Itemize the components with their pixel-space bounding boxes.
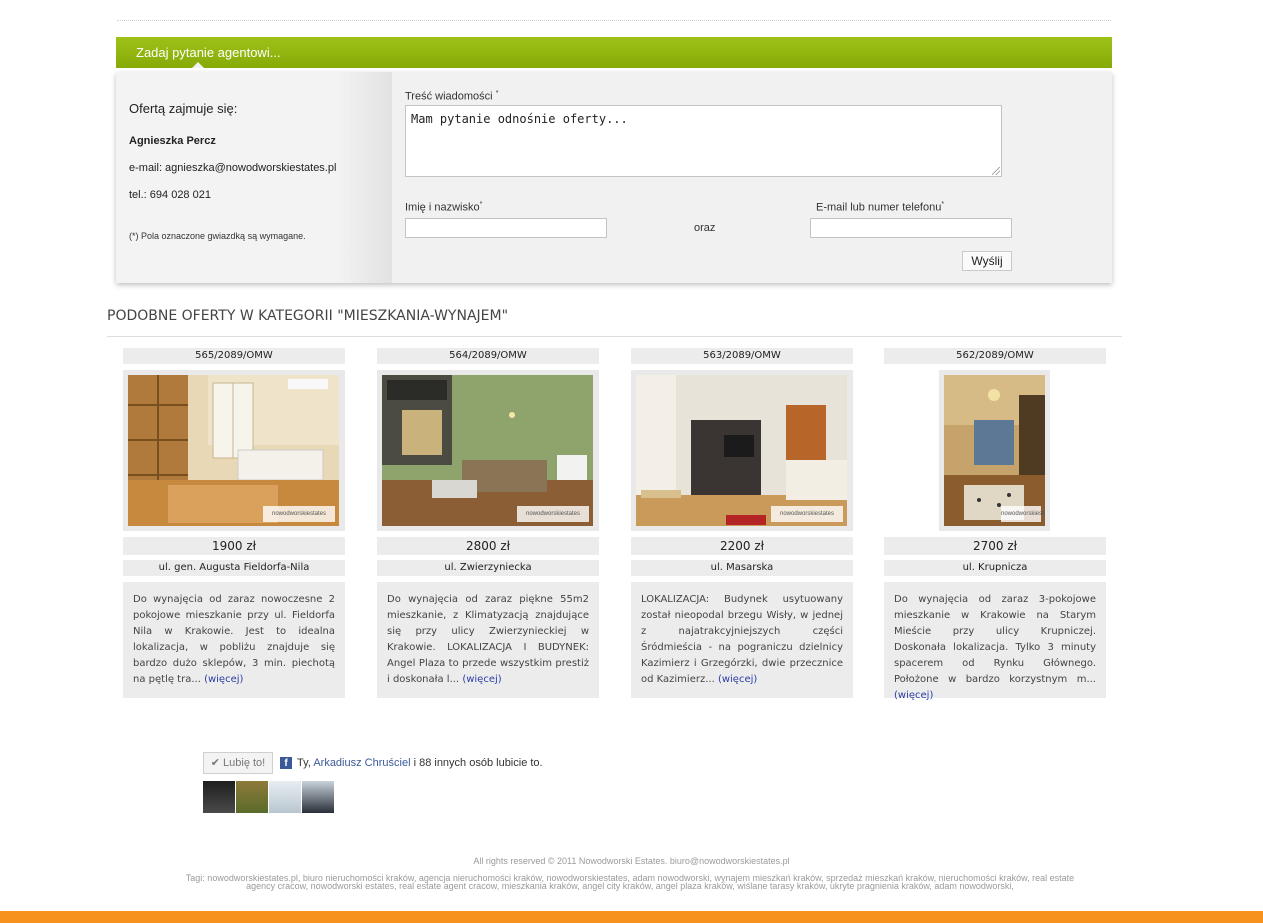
resize-grip-icon[interactable]	[992, 167, 1000, 175]
offer-photo[interactable]: nowodworskiestates	[382, 375, 593, 526]
avatar[interactable]	[302, 781, 334, 813]
offer-street: ul. gen. Augusta Fieldorfa-Nila	[123, 560, 345, 576]
offer-photo-frame[interactable]: nowodworskiestates	[377, 370, 599, 531]
name-label-text: Imię i nazwisko	[405, 201, 480, 214]
handled-by-label: Ofertą zajmuje się:	[129, 101, 238, 116]
more-link[interactable]: (więcej)	[204, 674, 243, 685]
facebook-like-text: Ty, Arkadiusz Chruściel i 88 innych osób…	[297, 757, 543, 769]
agent-info: Ofertą zajmuje się: Agnieszka Percz e-ma…	[116, 72, 392, 283]
offer-street: ul. Zwierzyniecka	[377, 560, 599, 576]
offer-card: 563/2089/OMW nowodworskiestates 2200 zł …	[631, 348, 853, 698]
required-asterisk: *	[479, 201, 483, 208]
name-input[interactable]	[405, 218, 607, 238]
more-link[interactable]: (więcej)	[894, 690, 933, 701]
required-note: (*) Pola oznaczone gwiazdką są wymagane.	[129, 231, 306, 241]
oraz-label: oraz	[694, 222, 716, 234]
fb-text-suffix: i 88 innych osób lubicie to.	[413, 757, 543, 769]
message-label: Treść wiadomości *	[405, 90, 498, 103]
avatar[interactable]	[269, 781, 301, 813]
avatar[interactable]	[236, 781, 268, 813]
agent-name: Agnieszka Percz	[129, 135, 216, 147]
offer-card: 564/2089/OMW nowodworskiestates 2800 zł …	[377, 348, 599, 698]
offer-code[interactable]: 562/2089/OMW	[884, 348, 1106, 364]
offer-card: 565/2089/OMW nowodworskiestates 1900 zł …	[123, 348, 345, 698]
required-asterisk: *	[941, 201, 945, 208]
agent-question-title: Zadaj pytanie agentowi...	[136, 45, 281, 60]
more-link[interactable]: (więcej)	[462, 674, 501, 685]
apartment-photo-1	[128, 375, 339, 526]
offer-street: ul. Masarska	[631, 560, 853, 576]
offer-code[interactable]: 563/2089/OMW	[631, 348, 853, 364]
agent-email: e-mail: agnieszka@nowodworskiestates.pl	[129, 162, 337, 174]
agency-logo: nowodworskiestates	[1001, 506, 1045, 522]
offer-card: 562/2089/OMW nowodworskiestates 2700 zł …	[884, 348, 1106, 701]
offer-photo[interactable]: nowodworskiestates	[128, 375, 339, 526]
avatar[interactable]	[203, 781, 235, 813]
offer-description: Do wynajęcia od zaraz 3-pokojowe mieszka…	[884, 582, 1106, 701]
agency-logo: nowodworskiestates	[517, 506, 589, 522]
offer-photo-frame[interactable]: nowodworskiestates	[939, 370, 1050, 531]
question-form: Treść wiadomości * Mam pytanie odnośnie …	[404, 72, 1110, 283]
message-textarea[interactable]: Mam pytanie odnośnie oferty...	[405, 105, 1002, 177]
message-value: Mam pytanie odnośnie oferty...	[411, 112, 628, 126]
agent-question-header[interactable]: Zadaj pytanie agentowi...	[116, 37, 1112, 68]
required-asterisk: *	[495, 90, 499, 97]
offer-photo[interactable]: nowodworskiestates	[636, 375, 847, 526]
apartment-photo-3	[636, 375, 847, 526]
offer-description-text: Do wynajęcia od zaraz 3-pokojowe mieszka…	[894, 594, 1096, 685]
offer-photo[interactable]: nowodworskiestates	[944, 375, 1045, 526]
offer-photo-frame[interactable]: nowodworskiestates	[631, 370, 853, 531]
fb-text-prefix: Ty,	[297, 757, 311, 769]
footer-tags: Tagi: nowodworskiestates.pl, biuro nieru…	[185, 873, 1075, 891]
footer-copyright: All rights reserved © 2011 Nowodworski E…	[473, 856, 790, 866]
contact-label-text: E-mail lub numer telefonu	[816, 201, 942, 214]
offer-description-text: Do wynajęcia od zaraz nowoczesne 2 pokoj…	[133, 594, 335, 685]
facebook-like-button[interactable]: ✔ Lubię to!	[203, 752, 273, 774]
offer-code[interactable]: 564/2089/OMW	[377, 348, 599, 364]
apartment-photo-2	[382, 375, 593, 526]
offer-street: ul. Krupnicza	[884, 560, 1106, 576]
agent-question-body: Ofertą zajmuje się: Agnieszka Percz e-ma…	[116, 72, 1112, 283]
fb-friend-link[interactable]: Arkadiusz Chruściel	[313, 757, 410, 769]
send-button[interactable]: Wyślij	[962, 251, 1012, 271]
similar-offers-divider	[107, 336, 1122, 337]
agency-logo: nowodworskiestates	[263, 506, 335, 522]
similar-offers-title: PODOBNE OFERTY W KATEGORII "MIESZKANIA-W…	[107, 308, 509, 324]
contact-input[interactable]	[810, 218, 1012, 238]
offer-description-text: LOKALIZACJA: Budynek usytuowany został n…	[641, 594, 843, 685]
offer-price: 2200 zł	[631, 537, 853, 555]
offer-description: LOKALIZACJA: Budynek usytuowany został n…	[631, 582, 853, 698]
facebook-icon: f	[280, 757, 292, 769]
name-label: Imię i nazwisko*	[405, 201, 482, 214]
offer-code[interactable]: 565/2089/OMW	[123, 348, 345, 364]
apartment-photo-4	[944, 375, 1045, 526]
offer-description: Do wynajęcia od zaraz piękne 55m2 mieszk…	[377, 582, 599, 698]
contact-label: E-mail lub numer telefonu*	[816, 201, 944, 214]
footer-orange-bar	[0, 911, 1263, 923]
header-notch	[192, 62, 204, 68]
agency-logo: nowodworskiestates	[771, 506, 843, 522]
offer-price: 2700 zł	[884, 537, 1106, 555]
top-divider	[117, 20, 1111, 21]
offer-photo-frame[interactable]: nowodworskiestates	[123, 370, 345, 531]
agent-question-box: Zadaj pytanie agentowi... Ofertą zajmuje…	[116, 37, 1112, 283]
offer-description-text: Do wynajęcia od zaraz piękne 55m2 mieszk…	[387, 594, 589, 685]
offer-description: Do wynajęcia od zaraz nowoczesne 2 pokoj…	[123, 582, 345, 698]
offer-price: 2800 zł	[377, 537, 599, 555]
offer-price: 1900 zł	[123, 537, 345, 555]
agent-phone: tel.: 694 028 021	[129, 189, 211, 201]
message-label-text: Treść wiadomości	[405, 90, 493, 103]
more-link[interactable]: (więcej)	[718, 674, 757, 685]
